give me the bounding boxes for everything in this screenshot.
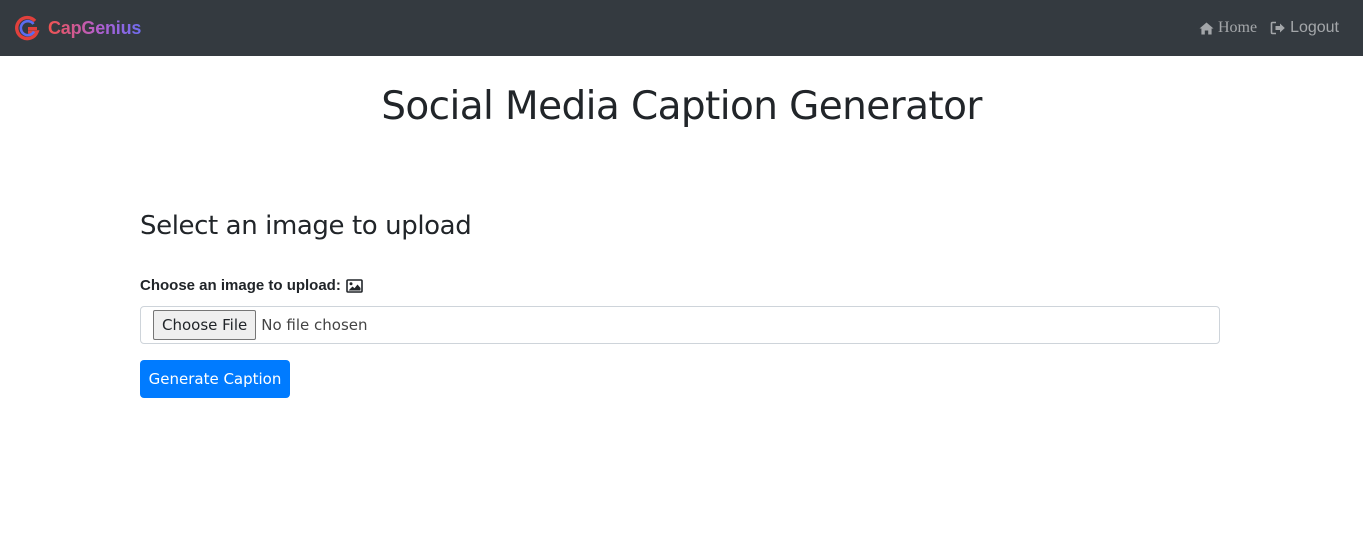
file-upload-field[interactable]: Choose File No file chosen	[140, 306, 1220, 344]
page-title: Social Media Caption Generator	[381, 84, 982, 129]
brand-name: CapGenius	[48, 17, 142, 38]
nav-logout-link[interactable]: Logout	[1270, 19, 1339, 37]
logout-icon	[1270, 21, 1285, 35]
image-icon	[346, 278, 363, 293]
top-navbar: CapGenius Home Logout	[0, 0, 1363, 56]
choose-file-button[interactable]: Choose File	[153, 310, 257, 340]
upload-field-label: Choose an image to upload:	[140, 277, 363, 294]
home-icon	[1199, 22, 1214, 34]
file-status-text: No file chosen	[261, 316, 368, 334]
brand-link[interactable]: CapGenius	[13, 15, 141, 41]
generate-caption-button[interactable]: Generate Caption	[140, 360, 290, 398]
nav-links: Home Logout	[1186, 18, 1339, 38]
section-heading: Select an image to upload	[140, 211, 472, 241]
upload-label-text: Choose an image to upload:	[140, 277, 341, 294]
g-logo-icon	[15, 15, 40, 41]
nav-home-label: Home	[1217, 19, 1258, 36]
nav-logout-label: Logout	[1290, 19, 1339, 36]
nav-home-link[interactable]: Home	[1199, 19, 1257, 37]
